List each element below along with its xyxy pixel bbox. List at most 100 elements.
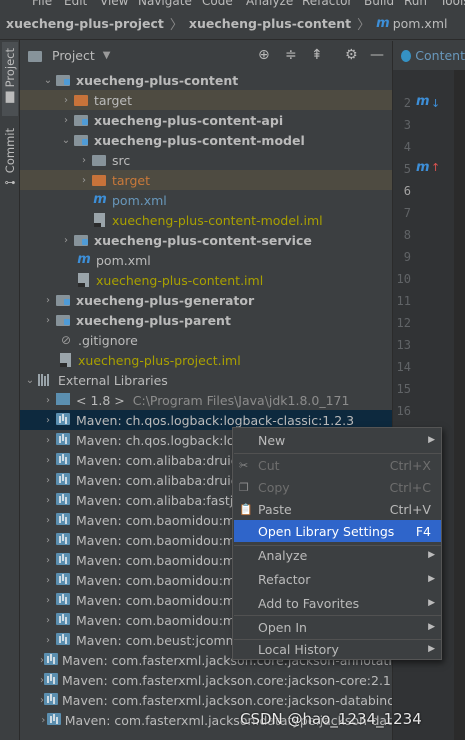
maven-library-icon [56, 613, 72, 627]
tree-node-module[interactable]: ⌄ xuecheng-plus-content [20, 70, 392, 90]
project-tool-button[interactable]: Project ▇ [2, 42, 18, 116]
menu-build[interactable]: Build [364, 0, 394, 8]
chevron-down-icon[interactable]: ▼ [103, 50, 111, 61]
gear-icon[interactable]: ⚙ [345, 47, 358, 63]
menu-run[interactable]: Run [404, 0, 427, 8]
chevron-right-icon[interactable]: › [40, 395, 56, 406]
chevron-right-icon[interactable]: › [40, 555, 56, 566]
maven-library-icon [56, 453, 72, 467]
maven-library-icon [56, 513, 72, 527]
class-icon [401, 49, 412, 62]
tree-node-file[interactable]: xuecheng-plus-content-model.iml [20, 210, 392, 230]
tree-node-module[interactable]: › xuecheng-plus-content-service [20, 230, 392, 250]
tree-node-library[interactable]: › Maven: com.fasterxml.jackson.core:jack… [20, 670, 392, 690]
menu-file[interactable]: File [32, 0, 52, 8]
menu-item-analyze[interactable]: Analyze ▶ [234, 544, 441, 566]
arrow-up-icon[interactable]: ↑ [431, 161, 440, 174]
menu-item-cut[interactable]: ✂ Cut Ctrl+X [234, 454, 441, 476]
chevron-right-icon[interactable]: › [40, 435, 56, 446]
menu-tools[interactable]: Tools [440, 0, 465, 8]
gitignore-icon: ⊘ [60, 333, 72, 347]
menu-analyze[interactable]: Analyze [246, 0, 293, 8]
maven-marker-icon[interactable]: m [416, 160, 430, 175]
maven-marker-icon[interactable]: m [416, 94, 430, 109]
maven-library-icon [56, 533, 72, 547]
breadcrumb-project[interactable]: xuecheng-plus-project [6, 16, 164, 31]
chevron-right-icon[interactable]: › [40, 715, 47, 726]
chevron-right-icon[interactable]: › [58, 235, 74, 246]
chevron-right-icon[interactable]: › [40, 575, 56, 586]
maven-file-icon: m [376, 16, 390, 31]
maven-library-icon [46, 713, 61, 727]
breadcrumb-file[interactable]: pom.xml [393, 16, 448, 31]
tree-node-file[interactable]: xuecheng-plus-project.iml [20, 350, 392, 370]
editor-text-area[interactable] [454, 70, 465, 740]
line-number: 16 [396, 404, 411, 418]
menu-item-paste[interactable]: 📋 Paste Ctrl+V [234, 498, 441, 520]
editor-tab[interactable]: Content [392, 41, 465, 71]
menu-code[interactable]: Code [202, 0, 233, 8]
tree-node-file[interactable]: xuecheng-plus-content.iml [20, 270, 392, 290]
chevron-down-icon[interactable]: ⌄ [40, 75, 56, 86]
tree-node-module[interactable]: ⌄ xuecheng-plus-content-model [20, 130, 392, 150]
chevron-right-icon[interactable]: › [40, 595, 56, 606]
tree-node-module[interactable]: › xuecheng-plus-content-api [20, 110, 392, 130]
chevron-right-icon[interactable]: › [58, 95, 74, 106]
chevron-right-icon[interactable]: › [40, 475, 56, 486]
tree-node-library[interactable]: › Maven: com.fasterxml.jackson.core:jack… [20, 690, 392, 710]
arrow-down-icon[interactable]: ↓ [431, 97, 440, 110]
watermark: CSDN @hao_1234_1234 [240, 710, 422, 728]
chevron-right-icon[interactable]: › [40, 635, 56, 646]
hide-icon[interactable]: — [370, 47, 384, 63]
chevron-right-icon[interactable]: › [40, 515, 56, 526]
tree-node-module[interactable]: › xuecheng-plus-parent [20, 310, 392, 330]
chevron-right-icon: ▶ [428, 644, 435, 654]
tree-node-folder[interactable]: › target [20, 90, 392, 110]
line-number: 3 [403, 118, 411, 132]
chevron-right-icon[interactable]: › [40, 495, 56, 506]
locate-icon[interactable]: ⊕ [258, 47, 270, 63]
menu-item-new[interactable]: New ▶ [234, 429, 441, 451]
chevron-right-icon[interactable]: › [40, 415, 56, 426]
chevron-right-icon[interactable]: › [40, 315, 56, 326]
menu-item-local-history[interactable]: Local History ▶ [234, 638, 441, 660]
line-number: 4 [403, 140, 411, 154]
collapse-all-icon[interactable]: ≑ [285, 47, 297, 63]
tree-node-file[interactable]: m pom.xml [20, 190, 392, 210]
menu-item-open-library-settings[interactable]: Open Library Settings F4 [234, 520, 441, 542]
chevron-right-icon[interactable]: › [76, 175, 92, 186]
excluded-folder-icon [92, 173, 108, 187]
chevron-right-icon[interactable]: › [40, 295, 56, 306]
tree-node-file[interactable]: ⊘ .gitignore [20, 330, 392, 350]
menu-navigate[interactable]: Navigate [138, 0, 192, 8]
project-tool-label: Project [3, 48, 17, 88]
project-panel-title[interactable]: Project [52, 48, 95, 63]
menu-item-add-to-favorites[interactable]: Add to Favorites ▶ [234, 592, 441, 614]
tree-node-file[interactable]: m pom.xml [20, 250, 392, 270]
chevron-right-icon[interactable]: › [40, 455, 56, 466]
chevron-down-icon[interactable]: ⌄ [22, 375, 38, 386]
commit-tool-button[interactable]: Commit ⊶ [2, 124, 18, 194]
tree-node-module[interactable]: › xuecheng-plus-generator [20, 290, 392, 310]
expand-all-icon[interactable]: ⇞ [311, 47, 323, 63]
tree-node-libraries[interactable]: ⌄ External Libraries [20, 370, 392, 390]
menu-item-copy[interactable]: ❐ Copy Ctrl+C [234, 476, 441, 498]
chevron-right-icon[interactable]: › [40, 535, 56, 546]
line-number: 8 [403, 228, 411, 242]
menu-item-refactor[interactable]: Refactor ▶ [234, 568, 441, 590]
tree-node-jdk[interactable]: › < 1.8 > C:\Program Files\Java\jdk1.8.0… [20, 390, 392, 410]
breadcrumb-module[interactable]: xuecheng-plus-content [189, 16, 351, 31]
maven-file-icon: m [93, 192, 107, 207]
menu-view[interactable]: View [100, 0, 128, 8]
chevron-right-icon[interactable]: › [58, 115, 74, 126]
menu-refactor[interactable]: Refactor [302, 0, 352, 8]
tree-node-folder[interactable]: › src [20, 150, 392, 170]
main-menu-bar: File Edit View Navigate Code Analyze Ref… [0, 0, 465, 8]
menu-edit[interactable]: Edit [64, 0, 87, 8]
chevron-right-icon[interactable]: › [40, 615, 56, 626]
chevron-right-icon[interactable]: › [76, 155, 92, 166]
menu-item-open-in[interactable]: Open In ▶ [234, 616, 441, 638]
tree-node-folder[interactable]: › target [20, 170, 392, 190]
commit-tool-label: Commit [3, 128, 17, 174]
chevron-down-icon[interactable]: ⌄ [58, 135, 74, 146]
